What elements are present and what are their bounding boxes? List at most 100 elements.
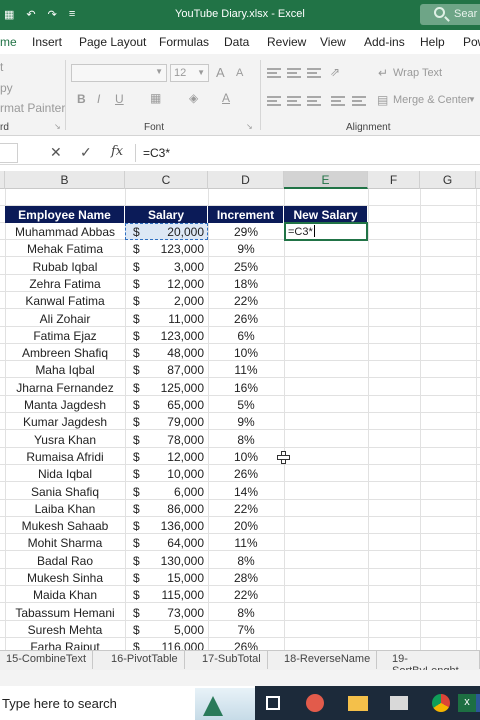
employee-name-cell[interactable]: Kumar Jagdesh — [5, 415, 125, 429]
table-row[interactable]: Tabassum Hemani $73,000 8% — [0, 604, 480, 621]
cut-button[interactable]: t — [0, 60, 3, 74]
align-center-icon[interactable] — [287, 96, 301, 106]
salary-cell[interactable]: 123,000 — [140, 329, 204, 343]
column-header-d[interactable]: D — [208, 171, 284, 189]
currency-symbol[interactable]: $ — [133, 450, 140, 464]
currency-symbol[interactable]: $ — [133, 415, 140, 429]
tab-insert[interactable]: Insert — [32, 35, 62, 49]
table-row[interactable]: Manta Jagdesh $65,000 5% — [0, 396, 480, 413]
currency-symbol[interactable]: $ — [133, 242, 140, 256]
employee-name-cell[interactable]: Laiba Khan — [5, 502, 125, 516]
table-row[interactable]: Badal Rao $130,000 8% — [0, 552, 480, 569]
currency-symbol[interactable]: $ — [133, 623, 140, 637]
currency-symbol[interactable]: $ — [133, 294, 140, 308]
header-salary[interactable]: Salary — [125, 206, 208, 223]
currency-symbol[interactable]: $ — [133, 398, 140, 412]
grow-font-button[interactable]: A — [216, 65, 225, 80]
header-new-salary[interactable]: New Salary — [284, 206, 368, 223]
employee-name-cell[interactable]: Sania Shafiq — [5, 485, 125, 499]
insert-function-icon[interactable]: fx — [111, 144, 123, 159]
salary-cell[interactable]: 20,000 — [140, 225, 204, 239]
column-header-b[interactable]: B — [5, 171, 125, 189]
salary-cell[interactable]: 12,000 — [140, 450, 204, 464]
currency-symbol[interactable]: $ — [133, 346, 140, 360]
borders-icon[interactable]: ▦ — [150, 91, 161, 105]
salary-cell[interactable]: 136,000 — [140, 519, 204, 533]
salary-cell[interactable]: 10,000 — [140, 467, 204, 481]
paint-icon[interactable] — [306, 694, 324, 712]
employee-name-cell[interactable]: Badal Rao — [5, 554, 125, 568]
increment-cell[interactable]: 22% — [209, 294, 283, 308]
sheet-tab[interactable]: 19-SortByLenght — [386, 651, 480, 677]
merge-center-button[interactable]: Merge & Center — [393, 94, 471, 106]
table-row[interactable]: Maida Khan $115,000 22% — [0, 586, 480, 604]
column-header-g[interactable]: G — [420, 171, 476, 189]
increment-cell[interactable]: 26% — [209, 312, 283, 326]
currency-symbol[interactable]: $ — [133, 312, 140, 326]
increment-cell[interactable]: 8% — [209, 606, 283, 620]
excel-icon[interactable]: x — [458, 694, 476, 712]
employee-name-cell[interactable]: Kanwal Fatima — [5, 294, 125, 308]
tab-help[interactable]: Help — [420, 35, 445, 49]
employee-name-cell[interactable]: Jharna Fernandez — [5, 381, 125, 395]
salary-cell[interactable]: 11,000 — [140, 312, 204, 326]
increment-cell[interactable]: 22% — [209, 502, 283, 516]
font-launcher-icon[interactable]: ↘ — [246, 122, 253, 131]
table-row[interactable]: Sania Shafiq $6,000 14% — [0, 483, 480, 500]
table-row[interactable]: Laiba Khan $86,000 22% — [0, 500, 480, 517]
task-view-icon[interactable] — [266, 696, 280, 710]
employee-name-cell[interactable]: Fatima Ejaz — [5, 329, 125, 343]
increment-cell[interactable]: 22% — [209, 588, 283, 602]
increment-cell[interactable]: 26% — [209, 467, 283, 481]
salary-cell[interactable]: 79,000 — [140, 415, 204, 429]
increment-cell[interactable]: 5% — [209, 398, 283, 412]
salary-cell[interactable]: 78,000 — [140, 433, 204, 447]
table-row[interactable]: Ali Zohair $11,000 26% — [0, 310, 480, 327]
increment-cell[interactable]: 9% — [209, 242, 283, 256]
table-row[interactable]: Mehak Fatima $123,000 9% — [0, 240, 480, 258]
orientation-icon[interactable]: ⇗ — [330, 65, 340, 79]
customize-icon[interactable]: ≡ — [69, 8, 75, 21]
bold-button[interactable]: B — [77, 92, 86, 106]
increment-cell[interactable]: 26% — [209, 640, 283, 650]
cancel-icon[interactable]: ✕ — [50, 144, 62, 161]
table-row[interactable]: Muhammad Abbas $20,000 29% =C3* — [0, 222, 480, 241]
wrap-text-button[interactable]: Wrap Text — [393, 67, 442, 79]
shrink-font-button[interactable]: A — [236, 67, 243, 79]
currency-symbol[interactable]: $ — [133, 433, 140, 447]
table-row[interactable]: Yusra Khan $78,000 8% — [0, 431, 480, 448]
salary-cell[interactable]: 130,000 — [140, 554, 204, 568]
salary-cell[interactable]: 87,000 — [140, 363, 204, 377]
active-cell-e3[interactable]: =C3* — [284, 222, 368, 241]
employee-name-cell[interactable]: Maida Khan — [5, 588, 125, 602]
word-icon[interactable] — [476, 694, 480, 712]
tab-home[interactable]: me — [0, 35, 17, 49]
table-row[interactable]: Rumaisa Afridi $12,000 10% — [0, 448, 480, 465]
table-row[interactable]: Farha Rajput $116,000 26% — [0, 638, 480, 650]
column-header-f[interactable]: F — [368, 171, 420, 189]
align-top-icon[interactable] — [267, 68, 281, 78]
italic-button[interactable]: I — [97, 92, 100, 106]
column-header-e[interactable]: E — [284, 171, 368, 189]
increment-cell[interactable]: 8% — [209, 433, 283, 447]
currency-symbol[interactable]: $ — [133, 277, 140, 291]
increment-cell[interactable]: 7% — [209, 623, 283, 637]
table-row[interactable]: Maha Iqbal $87,000 11% — [0, 361, 480, 379]
employee-name-cell[interactable]: Mohit Sharma — [5, 536, 125, 550]
header-employee-name[interactable]: Employee Name — [5, 206, 125, 223]
taskbar-search-input[interactable]: Type here to search — [0, 686, 255, 720]
enter-icon[interactable]: ✓ — [80, 144, 92, 161]
increment-cell[interactable]: 18% — [209, 277, 283, 291]
employee-name-cell[interactable]: Nida Iqbal — [5, 467, 125, 481]
table-row[interactable]: Kumar Jagdesh $79,000 9% — [0, 413, 480, 431]
currency-symbol[interactable]: $ — [133, 363, 140, 377]
currency-symbol[interactable]: $ — [133, 329, 140, 343]
salary-cell[interactable]: 6,000 — [140, 485, 204, 499]
font-size-dropdown[interactable]: 12 ▼ — [170, 64, 209, 82]
tab-add-ins[interactable]: Add-ins — [364, 35, 405, 49]
column-header-c[interactable]: C — [125, 171, 208, 189]
salary-cell[interactable]: 3,000 — [140, 260, 204, 274]
currency-symbol[interactable]: $ — [133, 536, 140, 550]
table-row[interactable]: Mukesh Sahaab $136,000 20% — [0, 517, 480, 535]
name-box[interactable] — [0, 143, 18, 163]
